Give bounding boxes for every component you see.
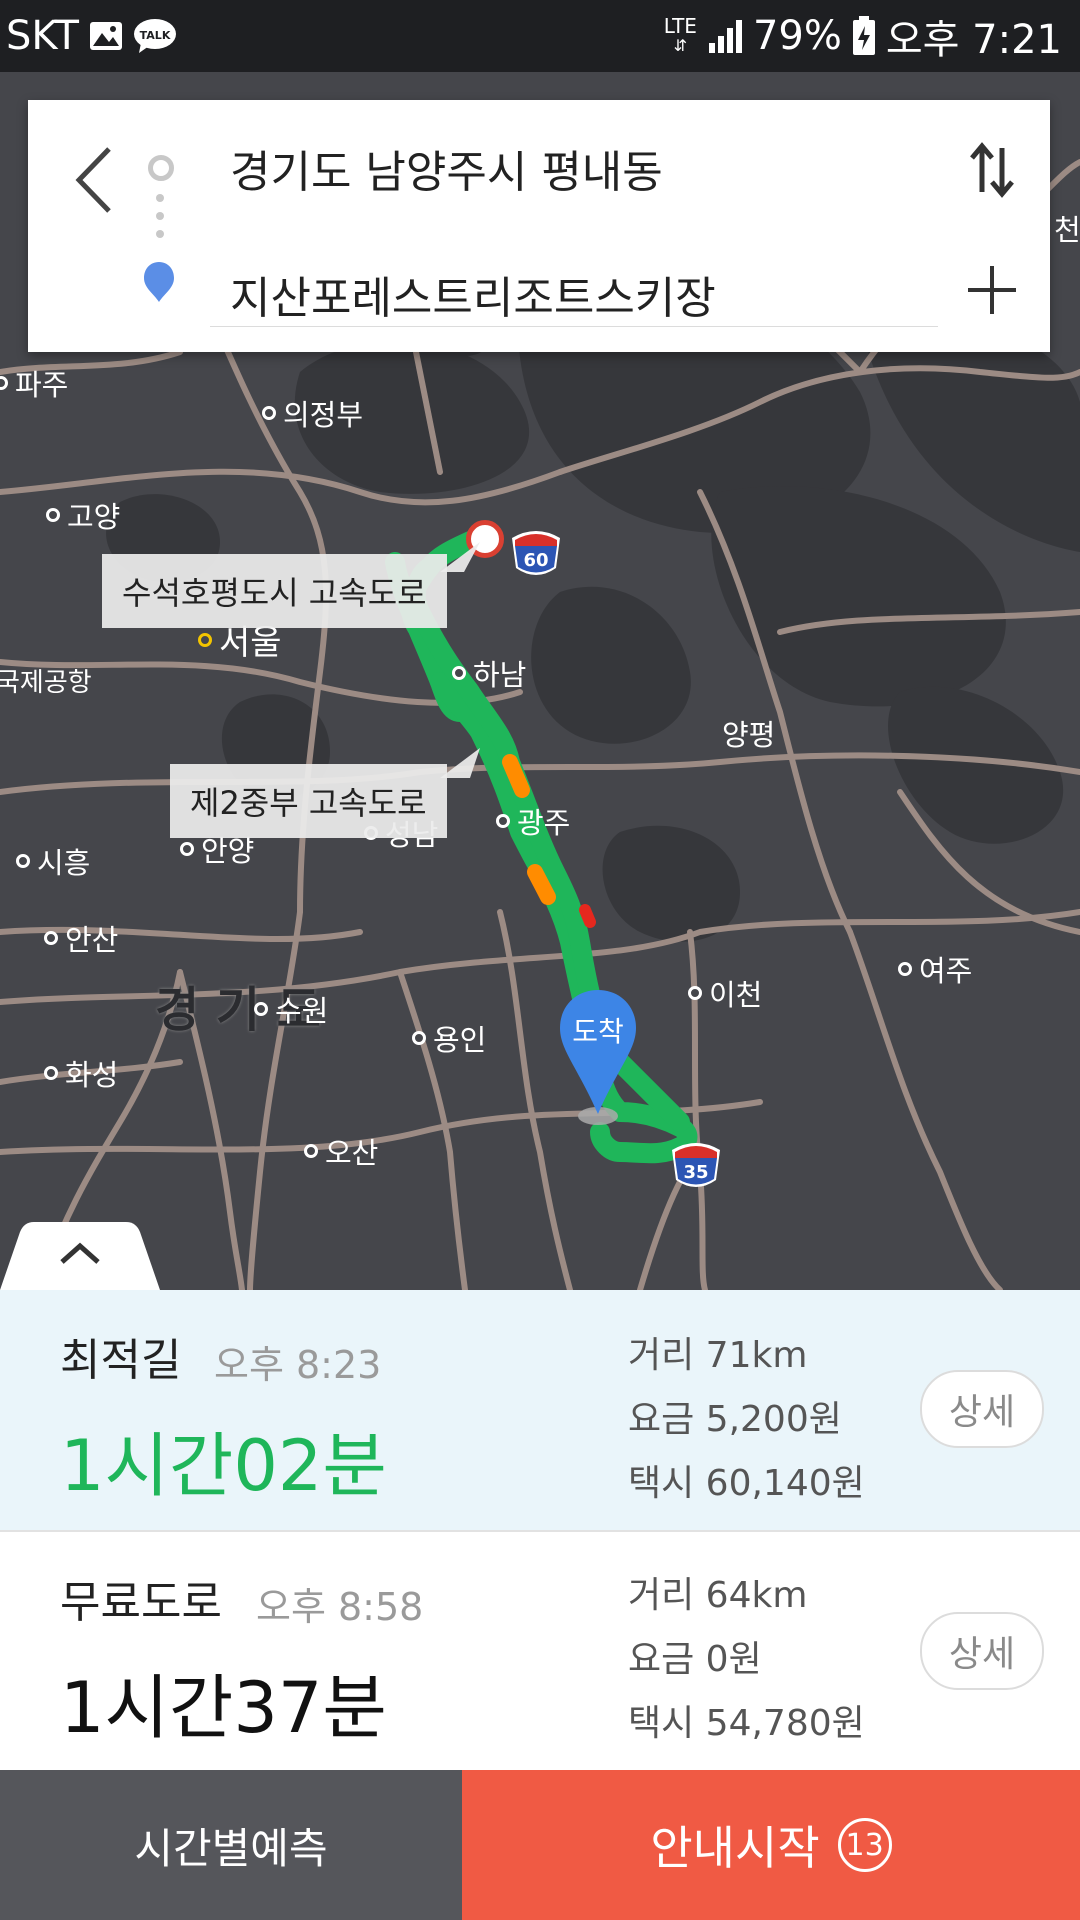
bottom-action-bar: 시간별예측 안내시작 13	[0, 1770, 1080, 1920]
status-bar: SKT TALK LTE ⇵ 79% 오후 7:21	[0, 0, 1080, 72]
carrier-label: SKT	[6, 13, 79, 59]
route-taxi-fare: 택시 54,780원	[628, 1703, 865, 1744]
route-search-card: 경기도 남양주시 평내동 지산포레스트리조트스키장	[28, 100, 1050, 352]
route-distance: 거리 64km	[628, 1575, 808, 1616]
map-label-hanam: 하남	[452, 652, 526, 694]
highway-shield-icon: 35	[672, 1143, 720, 1187]
kakaotalk-label: TALK	[140, 29, 171, 42]
search-divider	[210, 326, 938, 327]
battery-charging-icon	[852, 16, 875, 55]
chevron-left-icon	[75, 147, 111, 213]
route-name: 무료도로	[60, 1577, 222, 1628]
callout-pointer-icon	[440, 542, 480, 572]
plus-icon	[968, 266, 1016, 314]
connector-dot	[156, 212, 164, 220]
add-waypoint-button[interactable]	[962, 250, 1022, 330]
map-label-ansan: 안산	[44, 917, 118, 959]
destination-pin-icon	[144, 262, 174, 302]
route-detail-button[interactable]: 상세	[920, 1612, 1044, 1690]
svg-text:35: 35	[683, 1162, 708, 1183]
gallery-icon	[89, 22, 122, 50]
highway-shield-icon: 60	[512, 531, 560, 575]
map-label-edge: 천	[1054, 213, 1080, 247]
time-prediction-label: 시간별예측	[134, 1823, 328, 1873]
map-label-siheung: 시흥	[16, 840, 90, 882]
callout-pointer-icon	[440, 748, 480, 778]
kakaotalk-icon: TALK	[133, 19, 176, 53]
map-label-uijeongbu: 의정부	[262, 392, 363, 434]
highway-callout-middle: 제2중부 고속도로	[170, 764, 447, 838]
route-distance: 거리 71km	[628, 1335, 808, 1376]
signal-icon	[708, 20, 742, 53]
map-label-gwangju: 광주	[496, 800, 570, 842]
map-label-icheon: 이천	[688, 972, 762, 1014]
route-eta: 오후 8:58	[256, 1585, 424, 1629]
battery-percent: 79%	[752, 13, 842, 59]
route-name: 최적길	[60, 1335, 182, 1386]
connector-dot	[156, 230, 164, 238]
map-label-airport: 국제공항	[0, 668, 92, 698]
route-toll: 요금 5,200원	[628, 1399, 842, 1440]
map-label-yangpyeong: 양평	[722, 718, 776, 752]
map-label-hwaseong: 화성	[44, 1052, 118, 1094]
map-label-paju: 파주	[0, 362, 68, 404]
route-taxi-fare: 택시 60,140원	[628, 1463, 865, 1504]
time-prediction-button[interactable]: 시간별예측	[0, 1770, 462, 1920]
start-guidance-button[interactable]: 안내시작 13	[462, 1770, 1080, 1920]
swap-arrows-icon	[970, 142, 1014, 198]
arrival-label: 도착	[572, 1015, 624, 1048]
map-label-yongin: 용인	[412, 1017, 486, 1059]
map-label-suwon: 수원	[254, 988, 328, 1030]
origin-field[interactable]: 경기도 남양주시 평내동	[230, 136, 663, 200]
route-option-free[interactable]: 무료도로 오후 8:58 1시간37분 거리 64km 요금 0원 택시 54,…	[0, 1530, 1080, 1772]
route-option-fastest[interactable]: 최적길 오후 8:23 1시간02분 거리 71km 요금 5,200원 택시 …	[0, 1290, 1080, 1530]
countdown-badge: 13	[837, 1818, 892, 1872]
expand-handle[interactable]	[0, 1222, 160, 1290]
map-label-yeoju: 여주	[898, 948, 972, 990]
origin-indicator-icon	[148, 155, 174, 181]
back-button[interactable]	[58, 130, 128, 230]
start-guidance-label: 안내시작	[650, 1821, 820, 1875]
route-detail-button[interactable]: 상세	[920, 1370, 1044, 1448]
route-toll: 요금 0원	[628, 1639, 762, 1680]
route-eta: 오후 8:23	[214, 1343, 382, 1387]
destination-marker[interactable]: 도착	[558, 988, 638, 1128]
destination-field[interactable]: 지산포레스트리조트스키장	[230, 262, 716, 326]
route-duration: 1시간02분	[60, 1425, 387, 1507]
highway-callout-top: 수석호평도시 고속도로	[102, 554, 447, 628]
connector-dot	[156, 194, 164, 202]
clock: 오후 7:21	[885, 17, 1062, 63]
route-duration: 1시간37분	[60, 1667, 387, 1749]
destination-pin-icon	[560, 990, 636, 1125]
map-label-osan: 오산	[304, 1130, 378, 1172]
map-label-goyang: 고양	[46, 494, 120, 536]
svg-text:60: 60	[523, 550, 548, 571]
lte-indicator: LTE ⇵	[663, 14, 697, 55]
swap-button[interactable]	[962, 130, 1022, 210]
